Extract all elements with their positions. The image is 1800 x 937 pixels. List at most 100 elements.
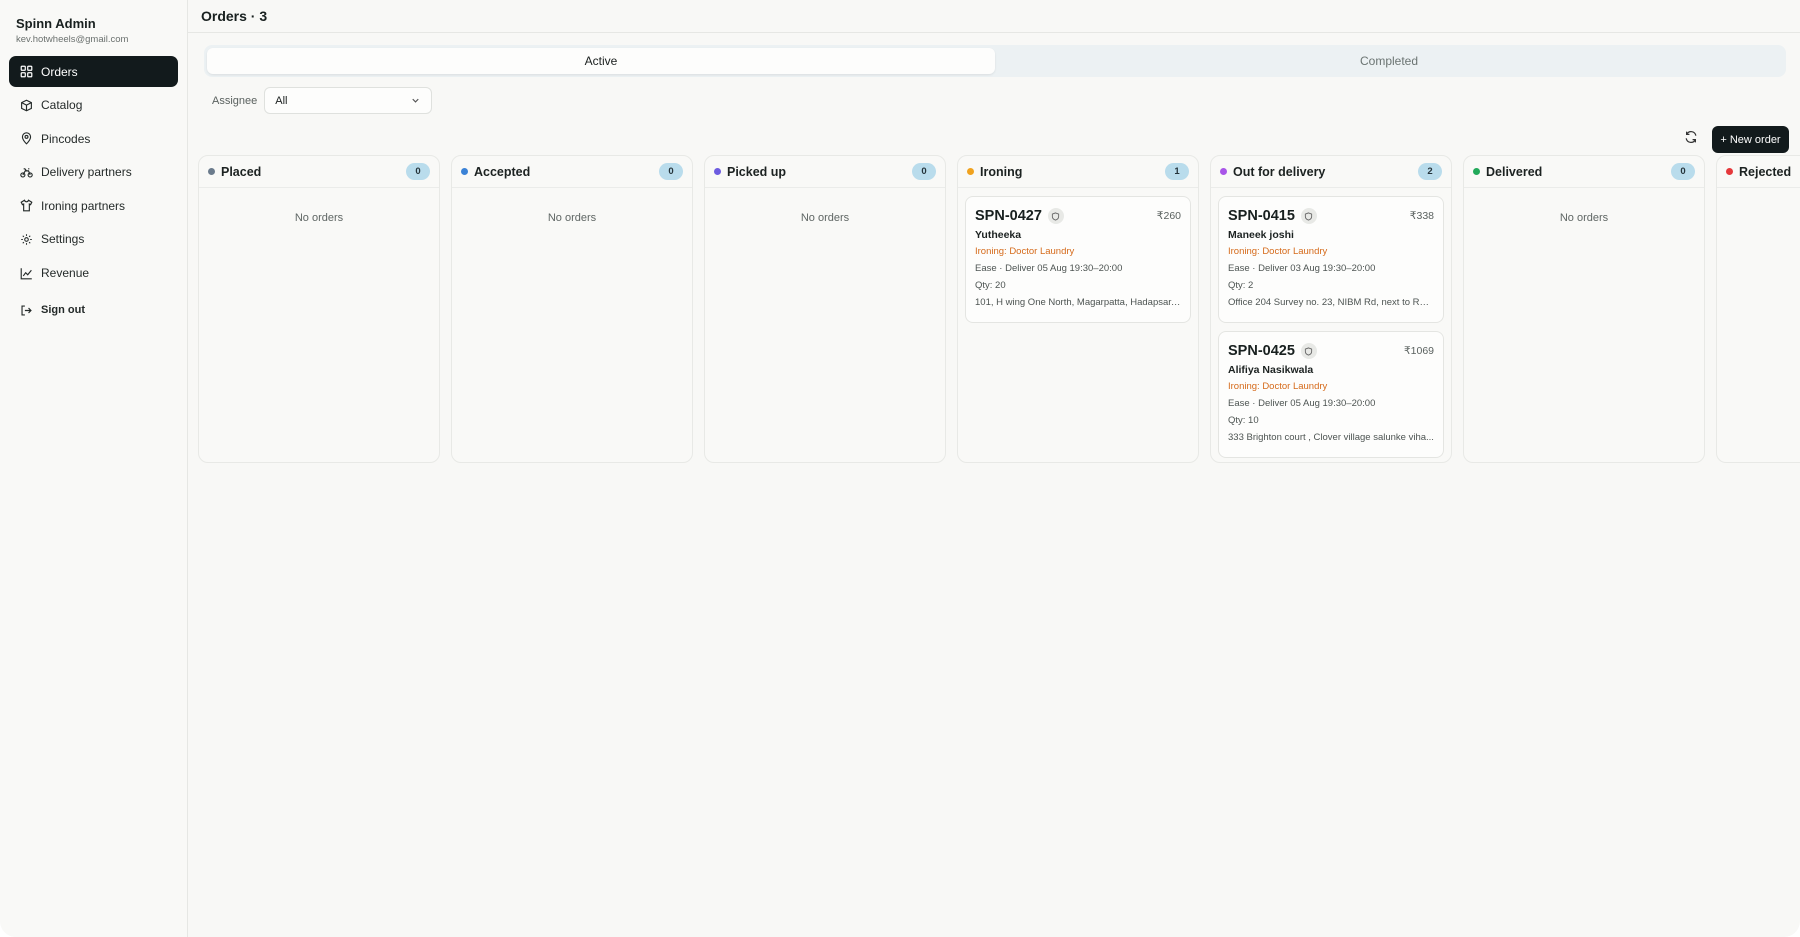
sidebar-item-ironing-partners[interactable]: Ironing partners xyxy=(9,190,178,221)
count-badge: 0 xyxy=(659,163,683,180)
chevron-down-icon xyxy=(412,98,419,103)
sidebar-item-pincodes[interactable]: Pincodes xyxy=(9,123,178,154)
column-ironing: Ironing 1 SPN-0427 ₹260 Yutheeka Ironing… xyxy=(957,155,1199,463)
customer-name: Yutheeka xyxy=(975,229,1022,241)
sign-out-button[interactable]: Sign out xyxy=(9,295,178,326)
column-title: Out for delivery xyxy=(1233,164,1326,179)
package-icon xyxy=(21,99,32,112)
order-address: 333 Brighton court , Clover village salu… xyxy=(1228,432,1434,443)
column-placed: Placed 0 No orders xyxy=(198,155,440,463)
order-address: 101, H wing One North, Magarpatta, Hadap… xyxy=(975,297,1181,308)
tab-active[interactable]: Active xyxy=(207,48,995,74)
order-address: Office 204 Survey no. 23, NIBM Rd, next … xyxy=(1228,297,1434,308)
assignee-select[interactable]: All xyxy=(264,87,433,114)
kanban-board: Placed 0 No orders Accepted 0 No orders … xyxy=(198,155,1800,463)
column-title: Placed xyxy=(221,164,262,179)
gear-icon xyxy=(21,234,32,245)
order-id: SPN-0415 xyxy=(1228,208,1295,224)
sidebar-item-settings[interactable]: Settings xyxy=(9,224,178,255)
column-accepted: Accepted 0 No orders xyxy=(451,155,693,463)
customer-name: Maneek joshi xyxy=(1228,229,1294,241)
refresh-icon xyxy=(1685,131,1697,143)
count-badge: 0 xyxy=(912,163,936,180)
order-card[interactable]: SPN-0425 ₹1069 Alifiya Nasikwala Ironing… xyxy=(1218,331,1444,458)
empty-state: No orders xyxy=(547,212,597,224)
shield-icon xyxy=(1300,343,1317,359)
column-picked-up: Picked up 0 No orders xyxy=(704,155,946,463)
sign-out-label: Sign out xyxy=(41,304,85,317)
count-badge: 2 xyxy=(1418,163,1442,180)
status-dot xyxy=(967,168,974,175)
column-title: Ironing xyxy=(980,164,1023,179)
column-header: Out for delivery 2 xyxy=(1211,156,1451,188)
column-header: Delivered 0 xyxy=(1464,156,1704,188)
sidebar-item-label: Pincodes xyxy=(41,131,91,146)
status-dot xyxy=(208,168,215,175)
assignee-filter: Assignee All xyxy=(212,87,433,114)
column-title: Rejected xyxy=(1739,164,1792,179)
column-header: Rejected xyxy=(1717,156,1800,188)
tab-completed[interactable]: Completed xyxy=(995,48,1783,74)
shield-icon xyxy=(1047,208,1064,224)
order-card[interactable]: SPN-0427 ₹260 Yutheeka Ironing: Doctor L… xyxy=(965,196,1191,323)
delivery-slot: Ease · Deliver 05 Aug 19:30–20:00 xyxy=(1228,398,1376,409)
empty-state: No orders xyxy=(800,212,850,224)
shirt-icon xyxy=(20,199,33,212)
column-title: Delivered xyxy=(1486,164,1543,179)
column-header: Ironing 1 xyxy=(958,156,1198,188)
sidebar-item-label: Ironing partners xyxy=(41,198,126,213)
order-price: ₹1069 xyxy=(1403,345,1434,357)
status-dot xyxy=(1726,168,1733,175)
column-title: Accepted xyxy=(474,164,531,179)
delivery-slot: Ease · Deliver 05 Aug 19:30–20:00 xyxy=(975,263,1123,274)
customer-name: Alifiya Nasikwala xyxy=(1228,364,1314,376)
log-out-icon xyxy=(21,305,32,316)
status-dot xyxy=(1473,168,1480,175)
sidebar-item-label: Orders xyxy=(41,64,78,79)
brand-email: kev.hotwheels@gmail.com xyxy=(16,34,129,45)
column-delivered: Delivered 0 No orders xyxy=(1463,155,1705,463)
order-id: SPN-0427 xyxy=(975,208,1042,224)
delivery-slot: Ease · Deliver 03 Aug 19:30–20:00 xyxy=(1228,263,1376,274)
status-dot xyxy=(1220,168,1227,175)
column-out-for-delivery: Out for delivery 2 SPN-0415 ₹338 Maneek … xyxy=(1210,155,1452,463)
count-badge: 0 xyxy=(406,163,430,180)
sidebar-item-revenue[interactable]: Revenue xyxy=(9,258,178,289)
order-card[interactable]: SPN-0415 ₹338 Maneek joshi Ironing: Doct… xyxy=(1218,196,1444,323)
empty-state: No orders xyxy=(1559,212,1609,224)
ironing-partner: Ironing: Doctor Laundry xyxy=(1228,246,1328,257)
column-title: Picked up xyxy=(727,164,787,179)
refresh-button[interactable] xyxy=(1681,127,1701,147)
main-content: Orders · 3 Active Completed Assignee All… xyxy=(188,0,1800,937)
status-tabs: Active Completed xyxy=(204,45,1786,77)
brand-name: Spinn Admin xyxy=(16,16,96,31)
ironing-partner: Ironing: Doctor Laundry xyxy=(1228,381,1328,392)
ironing-partner: Ironing: Doctor Laundry xyxy=(975,246,1075,257)
empty-state: No orders xyxy=(294,212,344,224)
count-badge: 0 xyxy=(1671,163,1695,180)
status-dot xyxy=(461,168,468,175)
bike-icon xyxy=(20,168,33,178)
new-order-button[interactable]: + New order xyxy=(1712,126,1789,153)
order-price: ₹338 xyxy=(1409,210,1434,222)
column-header: Accepted 0 xyxy=(452,156,692,188)
sidebar-item-catalog[interactable]: Catalog xyxy=(9,90,178,121)
sidebar: Spinn Admin kev.hotwheels@gmail.com Orde… xyxy=(0,0,188,937)
order-id: SPN-0425 xyxy=(1228,343,1295,359)
order-price: ₹260 xyxy=(1156,210,1181,222)
count-badge: 1 xyxy=(1165,163,1189,180)
page-title: Orders · 3 xyxy=(188,0,1800,33)
sidebar-item-label: Catalog xyxy=(41,98,83,113)
status-dot xyxy=(714,168,721,175)
sidebar-item-orders[interactable]: Orders xyxy=(9,56,178,87)
grid-icon xyxy=(20,65,33,78)
order-qty: Qty: 10 xyxy=(1228,415,1259,426)
sidebar-nav: Orders Catalog Pincodes Delivery partner… xyxy=(9,56,178,326)
sidebar-item-delivery-partners[interactable]: Delivery partners xyxy=(9,157,178,188)
order-qty: Qty: 20 xyxy=(975,280,1006,291)
sidebar-item-label: Revenue xyxy=(41,266,90,281)
sidebar-item-label: Settings xyxy=(41,232,85,247)
column-rejected: Rejected xyxy=(1716,155,1800,463)
app-window: Spinn Admin kev.hotwheels@gmail.com Orde… xyxy=(0,0,1800,937)
column-header: Placed 0 xyxy=(199,156,439,188)
